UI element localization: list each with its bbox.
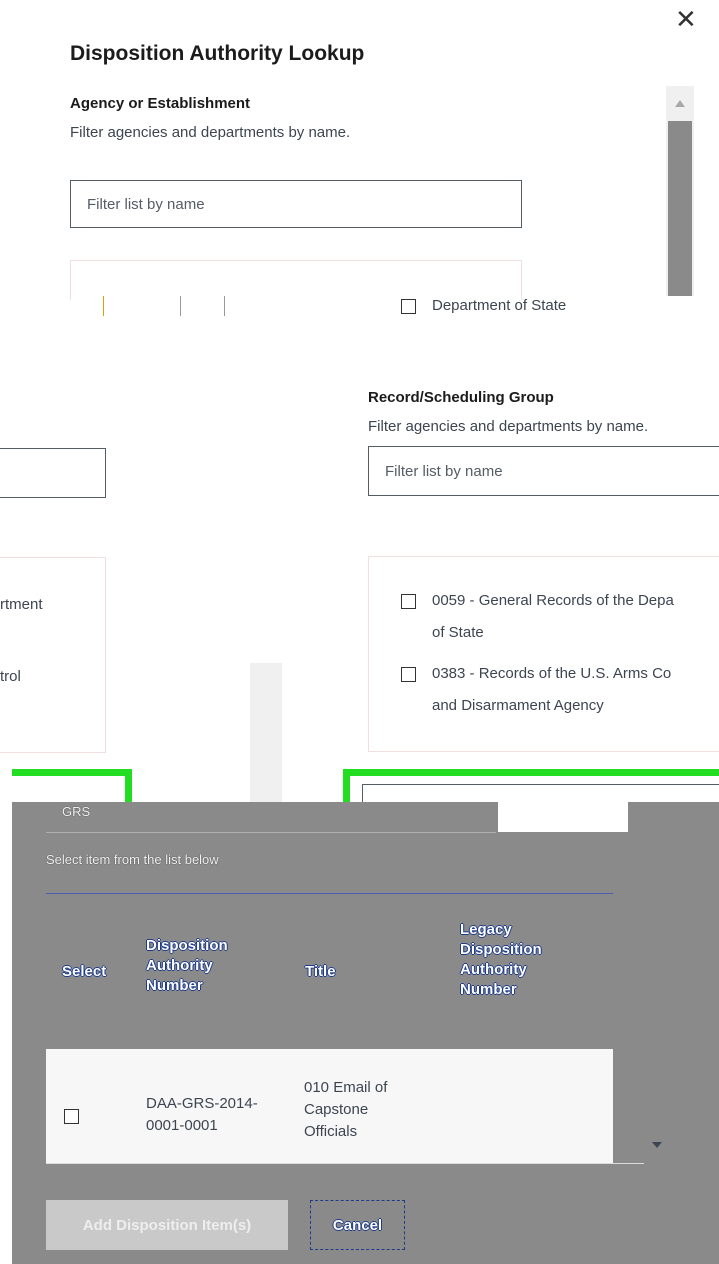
render-artifact: [224, 296, 225, 316]
scrollbar-thumb[interactable]: [668, 121, 692, 296]
focus-outline: [12, 769, 132, 776]
add-disposition-items-button[interactable]: Add Disposition Item(s): [46, 1200, 288, 1250]
scroll-down-icon[interactable]: [652, 1142, 662, 1148]
agency-option-label: Department of State: [432, 297, 567, 314]
left-listbox: [0, 557, 106, 753]
results-header-fragment: GRS: [62, 804, 91, 819]
table-top-border: [46, 893, 613, 894]
left-filter-input[interactable]: [0, 448, 106, 498]
divider: [46, 832, 496, 833]
render-artifact: [103, 296, 104, 316]
group-option-2-line2: and Disarmament Agency: [432, 697, 604, 714]
table-bottom-border: [46, 1163, 644, 1164]
left-scrollbar[interactable]: [250, 663, 282, 802]
results-instruction: Select item from the list below: [46, 852, 219, 867]
row-disposition-number: DAA-GRS-2014- 0001-0001: [146, 1095, 258, 1134]
close-icon[interactable]: ✕: [675, 6, 697, 32]
render-artifact: [180, 296, 181, 316]
column-header-number: Disposition Authority Number: [146, 937, 228, 994]
row-select-checkbox[interactable]: [64, 1109, 79, 1124]
row-title: 010 Email of Capstone Officials: [304, 1079, 388, 1140]
group-listbox: [368, 556, 719, 752]
agency-filter-input[interactable]: [70, 180, 522, 228]
column-header-title: Title: [305, 963, 336, 980]
group-option-2-line1: 0383 - Records of the U.S. Arms Co: [432, 665, 672, 682]
agency-hint: Filter agencies and departments by name.: [70, 124, 351, 141]
column-header-select: Select: [62, 963, 107, 980]
results-panel: [12, 802, 719, 1264]
cancel-button[interactable]: Cancel: [310, 1200, 405, 1250]
render-artifact: [498, 802, 628, 832]
left-option-2: trol: [0, 668, 21, 685]
group-option-1-line2: of State: [432, 624, 484, 641]
scroll-up-icon[interactable]: [675, 100, 685, 107]
group-option-1-line1: 0059 - General Records of the Depa: [432, 592, 674, 609]
agency-label: Agency or Establishment: [70, 95, 251, 112]
checkbox-department-of-state[interactable]: [401, 299, 416, 314]
group-filter-input[interactable]: [368, 446, 719, 496]
group-hint: Filter agencies and departments by name.: [368, 418, 649, 435]
group-label: Record/Scheduling Group: [368, 389, 554, 406]
column-header-legacy: Legacy Disposition Authority Number: [460, 921, 542, 998]
left-option-1: rtment: [0, 596, 43, 613]
modal-title: Disposition Authority Lookup: [70, 42, 365, 65]
checkbox-group-0383[interactable]: [401, 667, 416, 682]
checkbox-group-0059[interactable]: [401, 594, 416, 609]
